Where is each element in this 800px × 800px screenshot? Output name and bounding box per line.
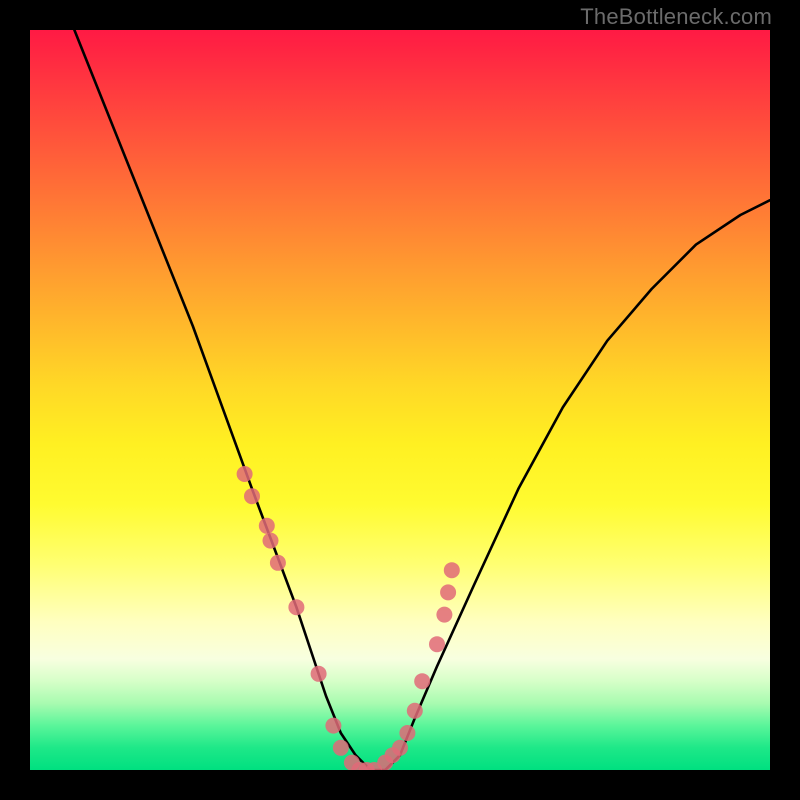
curve-marker	[244, 488, 260, 504]
curve-marker	[414, 673, 430, 689]
curve-marker	[444, 562, 460, 578]
curve-marker	[333, 740, 349, 756]
curve-marker	[399, 725, 415, 741]
curve-marker	[440, 584, 456, 600]
plot-area	[30, 30, 770, 770]
chart-svg	[30, 30, 770, 770]
watermark-text: TheBottleneck.com	[580, 4, 772, 30]
curve-marker	[259, 518, 275, 534]
curve-marker	[311, 666, 327, 682]
curve-marker	[429, 636, 445, 652]
chart-frame: TheBottleneck.com	[0, 0, 800, 800]
curve-marker	[392, 740, 408, 756]
curve-layer	[74, 30, 770, 770]
curve-marker	[237, 466, 253, 482]
curve-marker	[436, 607, 452, 623]
marker-layer	[237, 466, 460, 770]
curve-marker	[263, 533, 279, 549]
curve-marker	[325, 718, 341, 734]
curve-marker	[270, 555, 286, 571]
bottleneck-curve	[74, 30, 770, 770]
curve-marker	[407, 703, 423, 719]
curve-marker	[288, 599, 304, 615]
